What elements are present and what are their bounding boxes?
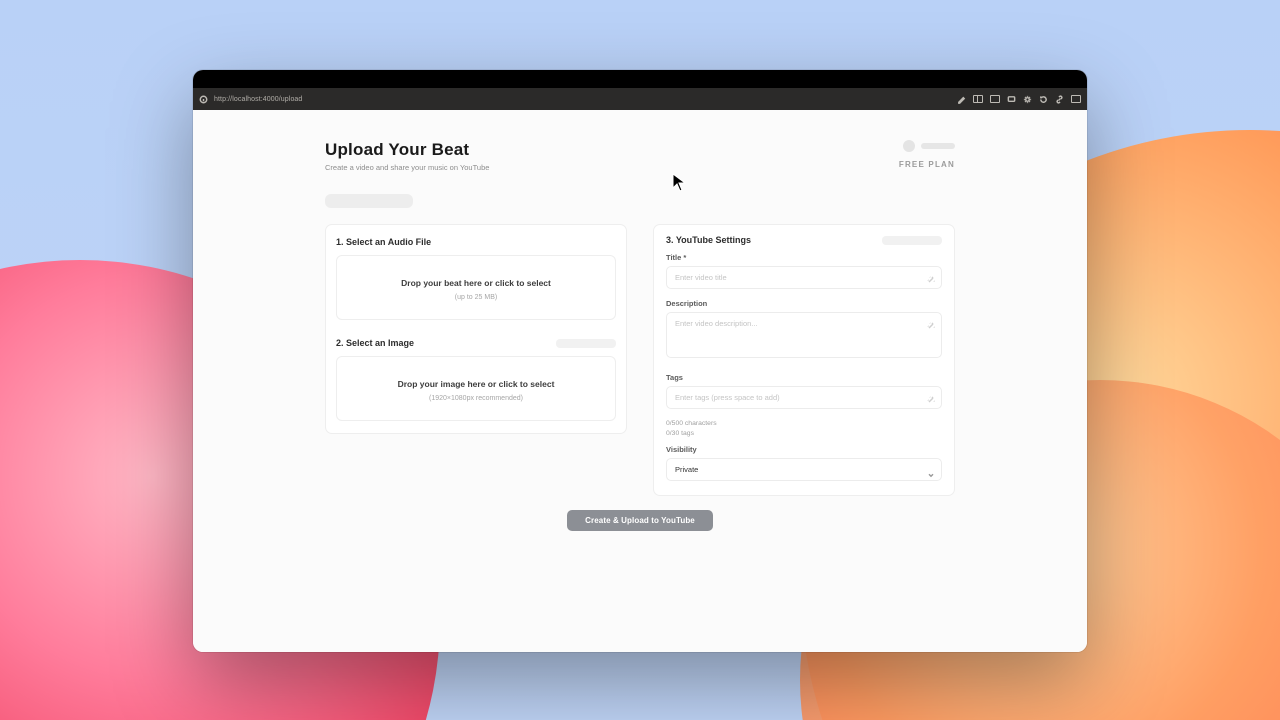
visibility-select[interactable]: Private: [666, 458, 942, 481]
section-title-audio: 1. Select an Audio File: [336, 237, 616, 247]
audio-drop-hint: (up to 25 MB): [347, 294, 605, 301]
refresh-icon[interactable]: [1039, 95, 1048, 104]
char-count: 0/500 characters: [666, 419, 942, 429]
pencil-icon[interactable]: [957, 95, 966, 104]
visibility-label: Visibility: [666, 445, 942, 454]
link-icon[interactable]: [1055, 95, 1064, 104]
section-youtube-settings: 3. YouTube Settings Title * Description …: [653, 224, 955, 496]
title-label: Title *: [666, 253, 942, 262]
window-titlebar[interactable]: [193, 70, 1087, 88]
section-title-youtube: 3. YouTube Settings: [666, 235, 751, 245]
panel-left-icon[interactable]: [973, 95, 983, 103]
section-title-image: 2. Select an Image: [336, 338, 414, 348]
youtube-section-skeleton: [882, 236, 942, 245]
browser-toolbar: http://localhost:4000/upload: [193, 88, 1087, 110]
page-subtitle: Create a video and share your music on Y…: [325, 163, 489, 172]
magic-wand-icon[interactable]: [926, 318, 936, 328]
plan-badge: FREE PLAN: [899, 160, 955, 169]
username-skeleton: [921, 143, 955, 149]
description-label: Description: [666, 299, 942, 308]
image-dropzone[interactable]: Drop your image here or click to select …: [336, 356, 616, 421]
description-input[interactable]: [666, 312, 942, 358]
audio-drop-text: Drop your beat here or click to select: [347, 278, 605, 288]
magic-wand-icon[interactable]: [926, 272, 936, 282]
create-upload-button[interactable]: Create & Upload to YouTube: [567, 510, 713, 531]
image-drop-hint: (1920×1080px recommended): [347, 395, 605, 402]
info-icon[interactable]: [199, 95, 208, 104]
tag-count: 0/30 tags: [666, 429, 942, 439]
section-audio: 1. Select an Audio File Drop your beat h…: [325, 224, 627, 434]
tags-input[interactable]: [666, 386, 942, 409]
settings-icon[interactable]: [1023, 95, 1032, 104]
image-drop-text: Drop your image here or click to select: [347, 379, 605, 389]
tags-label: Tags: [666, 373, 942, 382]
chevron-down-icon: [927, 466, 935, 474]
page-content: Upload Your Beat Create a video and shar…: [193, 110, 1087, 652]
browser-window: http://localhost:4000/upload Upload Your…: [193, 70, 1087, 652]
page-title: Upload Your Beat: [325, 140, 489, 160]
title-input[interactable]: [666, 266, 942, 289]
devices-icon[interactable]: [1007, 95, 1016, 104]
magic-wand-icon[interactable]: [926, 392, 936, 402]
avatar[interactable]: [903, 140, 915, 152]
image-section-skeleton: [556, 339, 616, 348]
address-bar[interactable]: http://localhost:4000/upload: [214, 96, 302, 103]
panel-right-icon[interactable]: [1071, 95, 1081, 103]
loading-skeleton: [325, 194, 413, 208]
panel-icon[interactable]: [990, 95, 1000, 103]
audio-dropzone[interactable]: Drop your beat here or click to select (…: [336, 255, 616, 320]
